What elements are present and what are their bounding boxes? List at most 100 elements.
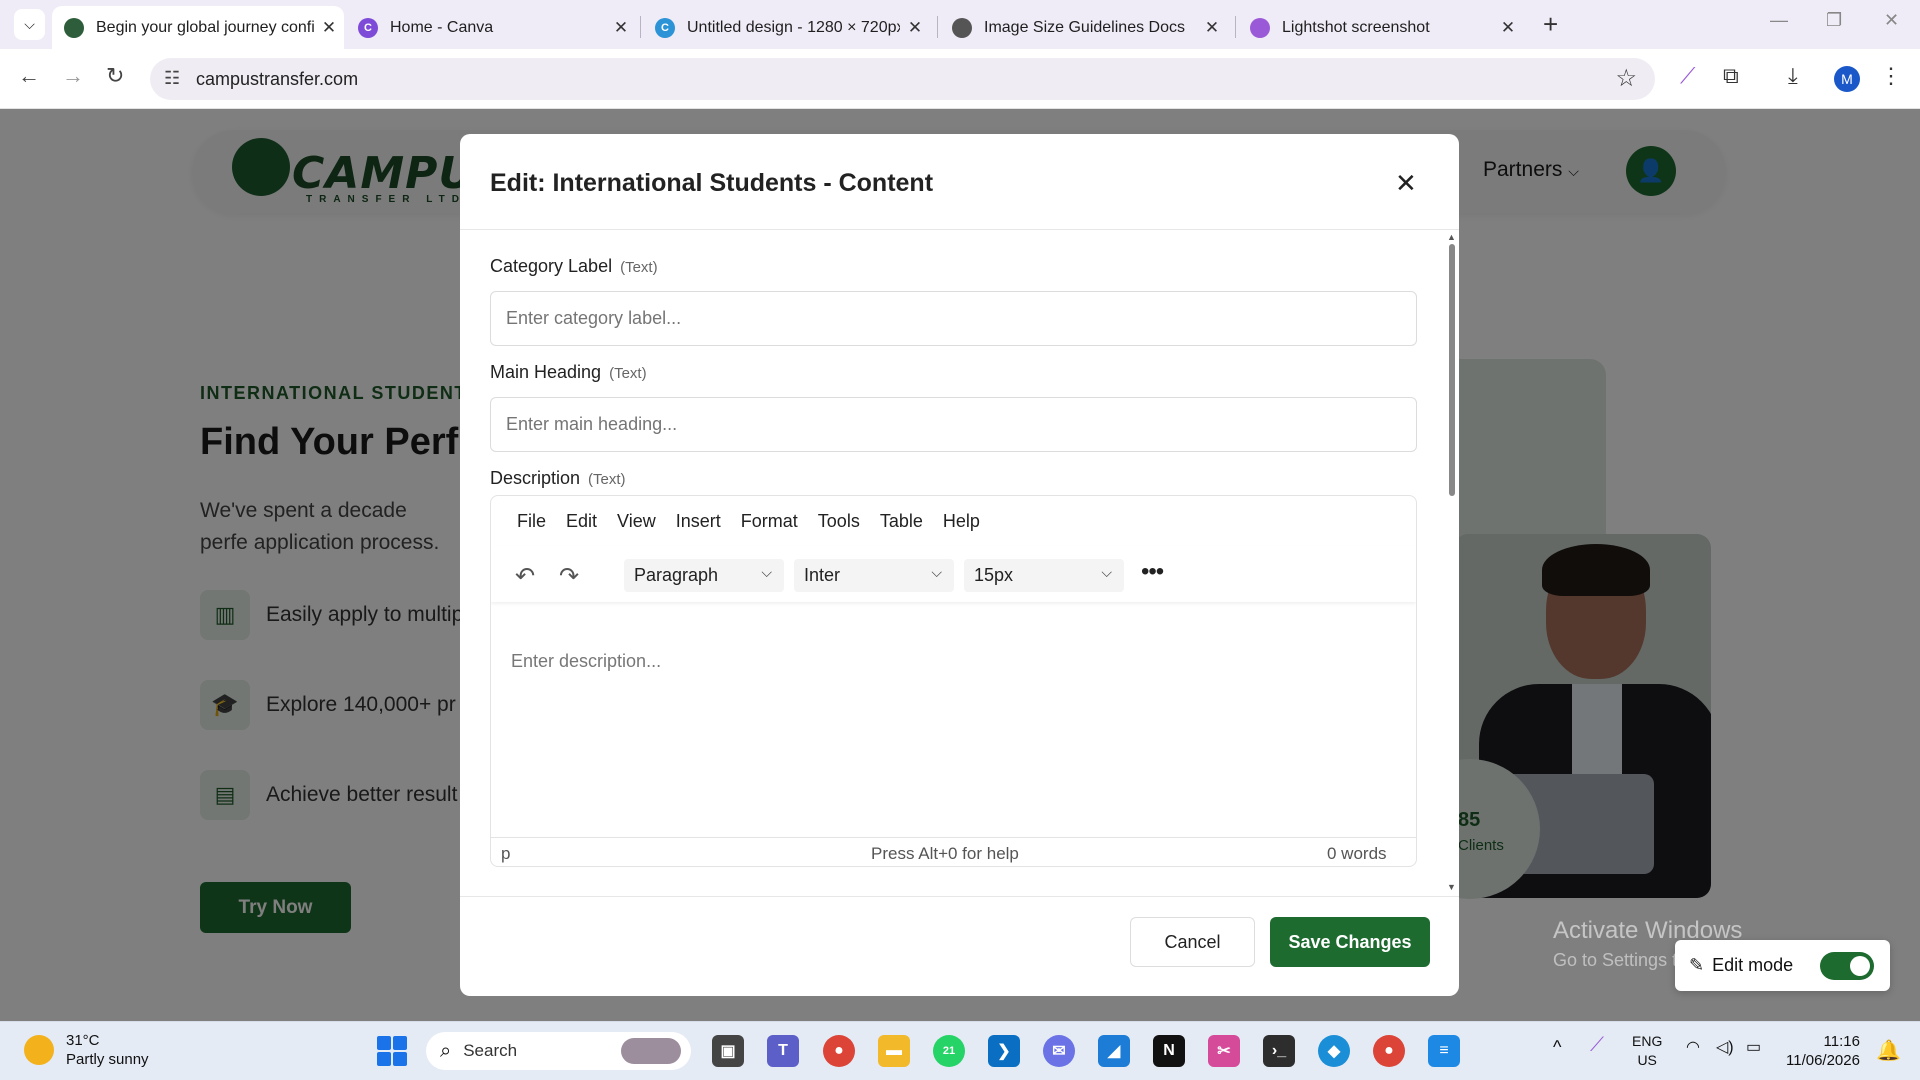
tab-divider <box>1235 16 1236 38</box>
editor-statusbar: p Press Alt+0 for help 0 words <box>491 837 1416 866</box>
category-label-label: Category Label (Text) <box>490 256 658 276</box>
description-label: Description (Text) <box>490 468 626 488</box>
redo-icon[interactable]: ↷ <box>559 562 579 591</box>
notification-bell-icon[interactable]: 🔔 <box>1876 1038 1901 1063</box>
menu-edit[interactable]: Edit <box>566 511 597 532</box>
chevron-up-icon[interactable]: ^ <box>1553 1038 1561 1057</box>
modal-body: Category Label(Text) Main Heading(Text) … <box>460 230 1459 896</box>
more-options-icon[interactable]: ••• <box>1141 558 1164 586</box>
wifi-icon[interactable]: ◠ <box>1686 1038 1700 1057</box>
lightshot-extension-icon[interactable]: ⟋ <box>1680 63 1695 89</box>
task-view-icon[interactable]: ▣ <box>712 1035 744 1067</box>
lightshot-tray-icon[interactable]: ⟋ <box>1590 1035 1604 1055</box>
profile-avatar[interactable]: M <box>1834 66 1860 92</box>
word-count[interactable]: 0 words <box>1327 844 1387 864</box>
menu-insert[interactable]: Insert <box>676 511 721 532</box>
campus-favicon-icon <box>64 17 84 38</box>
chrome-icon[interactable]: ● <box>823 1035 855 1067</box>
teams-icon[interactable]: T <box>767 1035 799 1067</box>
tab-lightshot[interactable]: Lightshot screenshot ✕ <box>1238 6 1523 49</box>
taskbar-search[interactable]: ⌕ Search <box>426 1032 691 1070</box>
tab-canva-design[interactable]: C Untitled design - 1280 × 720px ✕ <box>643 6 930 49</box>
whatsapp-icon[interactable]: 21 <box>933 1035 965 1067</box>
file-explorer-icon[interactable]: ▬ <box>878 1035 910 1067</box>
close-icon[interactable]: ✕ <box>900 18 930 38</box>
save-changes-button[interactable]: Save Changes <box>1270 917 1430 967</box>
modal-header: Edit: International Students - Content ✕ <box>460 134 1459 230</box>
close-icon[interactable]: ✕ <box>1395 168 1417 199</box>
chevron-down-icon: ⌵ <box>1101 564 1112 580</box>
lightshot-favicon-icon <box>1250 17 1270 38</box>
main-heading-input[interactable] <box>490 397 1417 452</box>
menu-tools[interactable]: Tools <box>818 511 860 532</box>
menu-view[interactable]: View <box>617 511 656 532</box>
main-heading-label: Main Heading (Text) <box>490 362 647 382</box>
menu-file[interactable]: File <box>517 511 546 532</box>
bookmark-star-icon[interactable]: ☆ <box>1615 64 1637 93</box>
category-label-input[interactable] <box>490 291 1417 346</box>
extensions-icon[interactable]: ⧉ <box>1723 63 1739 89</box>
modal-footer: Cancel Save Changes <box>460 896 1459 996</box>
block-format-select[interactable]: Paragraph ⌵ <box>624 559 784 592</box>
tab-divider <box>640 16 641 38</box>
element-path[interactable]: p <box>501 844 510 864</box>
restore-icon[interactable]: ❐ <box>1826 10 1842 31</box>
volume-icon[interactable]: ◁) <box>1716 1038 1734 1057</box>
tab-canva-home[interactable]: C Home - Canva ✕ <box>346 6 636 49</box>
new-tab-icon[interactable]: + <box>1543 10 1558 38</box>
download-icon[interactable]: ⤓ <box>1788 63 1798 89</box>
edit-mode-toggle[interactable]: ✎ Edit mode <box>1675 940 1890 991</box>
modal-scrollbar-thumb[interactable] <box>1449 244 1455 496</box>
scroll-down-icon[interactable]: ▼ <box>1447 882 1456 892</box>
window-close-icon[interactable]: ✕ <box>1884 10 1899 31</box>
back-icon[interactable]: ← <box>18 63 40 89</box>
menu-kebab-icon[interactable]: ⋮ <box>1880 63 1902 89</box>
menu-table[interactable]: Table <box>880 511 923 532</box>
close-icon[interactable]: ✕ <box>1197 18 1227 38</box>
forward-icon[interactable]: → <box>62 63 84 89</box>
notion-icon[interactable]: N <box>1153 1035 1185 1067</box>
reload-icon[interactable]: ↻ <box>106 63 124 89</box>
photos-icon[interactable]: ◢ <box>1098 1035 1130 1067</box>
editor-menubar: File Edit View Insert Format Tools Table… <box>491 496 1416 546</box>
menu-help[interactable]: Help <box>943 511 980 532</box>
close-icon[interactable]: ✕ <box>1493 18 1523 38</box>
site-settings-icon[interactable]: ☷ <box>164 68 180 89</box>
tab-strip: ⌵ Begin your global journey confi ✕ C Ho… <box>0 0 1920 49</box>
canva-favicon-icon: C <box>655 17 675 38</box>
chrome-profile-icon[interactable]: ● <box>1373 1035 1405 1067</box>
tab-search-button[interactable]: ⌵ <box>14 9 45 40</box>
edit-content-modal: Edit: International Students - Content ✕… <box>460 134 1459 996</box>
toggle-switch[interactable] <box>1820 952 1874 980</box>
address-bar[interactable]: ☷ campustransfer.com ☆ <box>150 58 1655 100</box>
partly-sunny-icon <box>24 1035 54 1065</box>
menu-format[interactable]: Format <box>741 511 798 532</box>
rich-text-editor: File Edit View Insert Format Tools Table… <box>490 495 1417 867</box>
windows-start-icon[interactable] <box>377 1036 407 1066</box>
app-icon[interactable]: ◆ <box>1318 1035 1350 1067</box>
editor-content-area[interactable]: Enter description... <box>511 651 661 672</box>
language-indicator[interactable]: ENG US <box>1632 1032 1662 1070</box>
tab-image-size[interactable]: Image Size Guidelines Docs ✕ <box>940 6 1227 49</box>
scroll-up-icon[interactable]: ▲ <box>1447 232 1456 242</box>
search-highlight-image <box>621 1038 681 1064</box>
tab-divider <box>937 16 938 38</box>
font-size-select[interactable]: 15px ⌵ <box>964 559 1124 592</box>
font-family-select[interactable]: Inter ⌵ <box>794 559 954 592</box>
chevron-down-icon: ⌵ <box>931 564 942 580</box>
browser-toolbar: ← → ↻ ☷ campustransfer.com ☆ ⟋ ⧉ ⤓ ⋮ <box>0 49 1920 109</box>
weather-widget[interactable]: 31°C Partly sunny <box>24 1031 149 1069</box>
vscode-icon[interactable]: ❯ <box>988 1035 1020 1067</box>
cancel-button[interactable]: Cancel <box>1130 917 1255 967</box>
terminal-icon[interactable]: ›_ <box>1263 1035 1295 1067</box>
notepad-icon[interactable]: ≡ <box>1428 1035 1460 1067</box>
clock[interactable]: 11:16 11/06/2026 <box>1786 1032 1860 1070</box>
messenger-icon[interactable]: ✉ <box>1043 1035 1075 1067</box>
battery-icon[interactable]: ▭ <box>1746 1038 1761 1057</box>
snipping-tool-icon[interactable]: ✂ <box>1208 1035 1240 1067</box>
minimize-icon[interactable]: — <box>1770 10 1788 31</box>
close-icon[interactable]: ✕ <box>314 18 344 38</box>
tab-campus[interactable]: Begin your global journey confi ✕ <box>52 6 344 49</box>
close-icon[interactable]: ✕ <box>606 18 636 38</box>
undo-icon[interactable]: ↶ <box>515 562 535 591</box>
